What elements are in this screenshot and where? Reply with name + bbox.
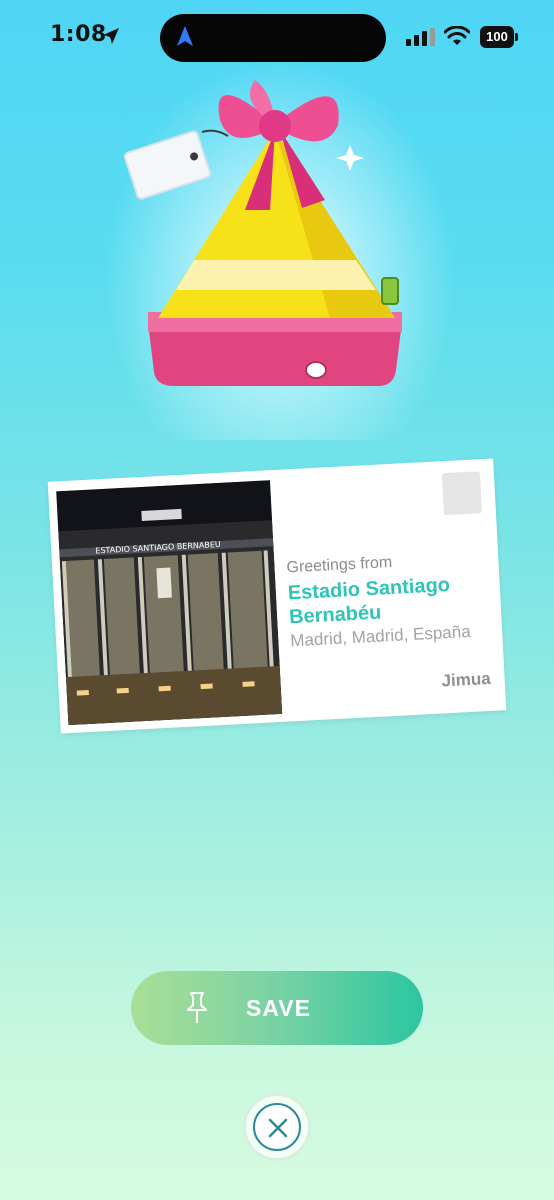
postcard[interactable]: ESTADIO SANTIAGO BERNABEU Greetings from… — [47, 458, 507, 734]
close-ring — [253, 1103, 301, 1151]
postcard-photo: ESTADIO SANTIAGO BERNABEU — [56, 480, 283, 726]
battery-icon: 100 — [480, 26, 518, 48]
pin-icon — [187, 992, 207, 1023]
save-button[interactable]: SAVE — [131, 971, 423, 1045]
gift-icon[interactable] — [120, 60, 430, 420]
save-label: SAVE — [246, 995, 311, 1021]
stadium-photo: ESTADIO SANTIAGO BERNABEU — [56, 480, 283, 726]
greeting-text: Greetings from — [286, 553, 393, 577]
close-icon — [268, 1118, 288, 1138]
place-name: Estadio Santiago Bernabéu — [287, 573, 451, 629]
battery-level: 100 — [480, 26, 514, 48]
sender-name: Jimua — [441, 668, 492, 691]
close-button[interactable] — [243, 1093, 311, 1161]
stamp-slot — [441, 471, 482, 516]
